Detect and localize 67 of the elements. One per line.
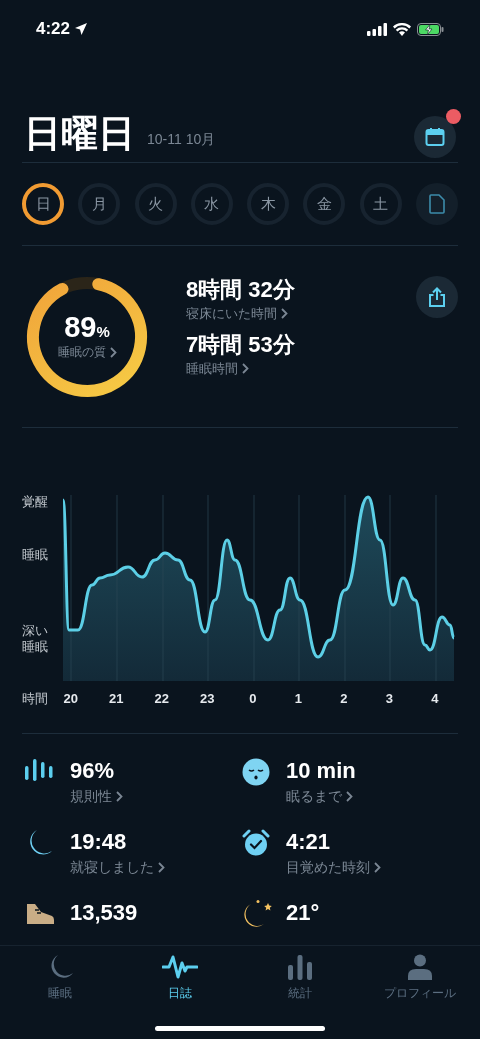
hour-label: 1 <box>293 690 303 708</box>
chevron-icon <box>158 861 165 873</box>
day-ring[interactable]: 金 <box>303 183 346 225</box>
quality-value: 89 <box>64 312 97 342</box>
chevron-icon <box>346 790 353 802</box>
chevron-icon <box>116 790 123 802</box>
metric-label[interactable]: 寝床にいた時間 <box>186 303 295 323</box>
chevron-icon <box>281 307 288 319</box>
hour-label: 21 <box>108 690 125 708</box>
quality-label[interactable]: 睡眠の質 <box>57 343 117 362</box>
location-arrow-icon <box>74 22 89 36</box>
metric-value: 7時間 53分 <box>186 331 295 359</box>
report-button[interactable] <box>415 183 458 225</box>
day-ring[interactable]: 月 <box>78 183 121 225</box>
stat-value: 19:48 <box>70 827 128 856</box>
metric-label[interactable]: 睡眠時間 <box>186 358 295 378</box>
tab[interactable]: 統計 <box>240 954 360 1002</box>
hour-label: 0 <box>248 690 258 708</box>
bar-chart-icon <box>287 954 313 980</box>
battery-charging-icon <box>417 22 444 36</box>
sleepy-face-icon <box>242 757 270 786</box>
alarm-clock-icon <box>242 828 270 857</box>
calendar-icon <box>425 127 445 147</box>
hour-label: 4 <box>430 690 440 708</box>
status-time: 4:22 <box>36 18 71 41</box>
calendar-button[interactable] <box>414 116 456 158</box>
day-title: 日曜日 <box>24 115 135 152</box>
wave-icon <box>162 954 198 980</box>
day-ring[interactable]: 火 <box>134 183 177 225</box>
chevron-icon <box>109 346 117 358</box>
graph-axis-title: 時間 <box>22 690 49 708</box>
hour-label: 20 <box>62 690 79 708</box>
stat-value: 10 min <box>286 756 356 785</box>
quality-unit: % <box>96 322 110 342</box>
day-ring[interactable]: 日 <box>22 183 64 225</box>
shoe-icon <box>25 902 55 925</box>
metric-value: 8時間 32分 <box>186 276 295 304</box>
stat-label[interactable]: 規則性 <box>70 785 123 807</box>
stat-value: 13,539 <box>70 898 138 927</box>
document-icon <box>428 194 445 214</box>
graph-axis-label: 睡眠 <box>22 547 48 563</box>
wifi-icon <box>393 22 411 36</box>
day-ring[interactable]: 水 <box>190 183 233 225</box>
date-range: 10-11 10月 <box>147 130 216 149</box>
stat-label[interactable]: 就寝しました <box>70 856 165 878</box>
hour-label: 2 <box>339 690 349 708</box>
stat-label[interactable]: 眠るまで <box>286 785 356 807</box>
share-icon <box>428 287 446 307</box>
graph-axis-label: 深い睡眠 <box>22 623 49 655</box>
chevron-icon <box>242 362 249 374</box>
day-ring[interactable]: 土 <box>359 183 402 225</box>
tab[interactable]: プロフィール <box>360 954 480 1002</box>
graph-axis-label: 覚醒 <box>22 494 48 510</box>
share-button[interactable] <box>416 276 458 318</box>
hour-label: 22 <box>153 690 170 708</box>
day-ring[interactable]: 木 <box>247 183 290 225</box>
stat-label[interactable]: 目覚めた時刻 <box>286 856 381 878</box>
stat-value: 4:21 <box>286 827 332 856</box>
person-icon <box>407 954 433 980</box>
stat-value: 96% <box>70 756 116 785</box>
signal-icon <box>367 22 387 36</box>
tab[interactable]: 睡眠 <box>0 954 120 1002</box>
tab[interactable]: 日誌 <box>120 954 240 1002</box>
stat-value: 21° <box>286 898 320 927</box>
hour-label: 23 <box>199 690 216 708</box>
hour-label: 3 <box>384 690 394 708</box>
chevron-icon <box>374 861 381 873</box>
